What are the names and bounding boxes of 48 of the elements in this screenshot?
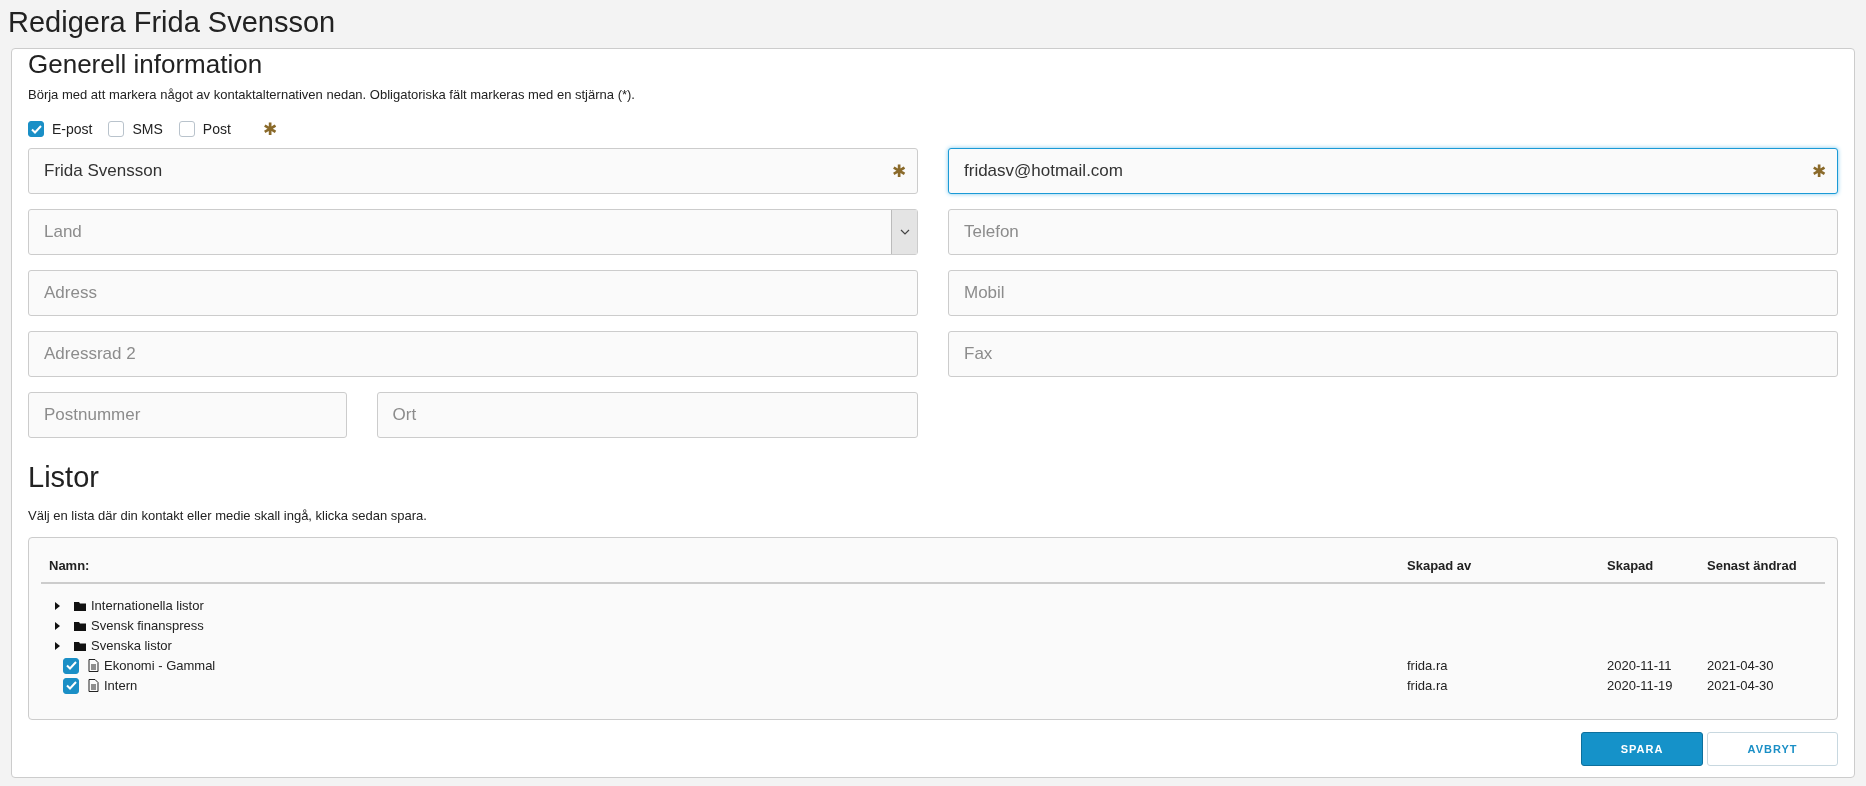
folder-icon (74, 620, 86, 631)
document-icon (88, 679, 99, 692)
column-header: Skapad (1607, 557, 1655, 575)
table-cell-text: 2021-04-30 (1707, 656, 1775, 675)
list-name: Intern (104, 676, 138, 695)
input-field[interactable]: Mobil (948, 270, 1838, 316)
page-title: Redigera Frida Svensson (8, 5, 337, 40)
table-cell-text: 2021-04-30 (1707, 676, 1775, 695)
dropdown-field[interactable]: Land (28, 209, 918, 255)
checkbox[interactable] (108, 121, 125, 138)
section-heading: Listor (28, 460, 100, 495)
checkbox-label: SMS (132, 119, 163, 139)
checkbox[interactable] (63, 657, 79, 674)
list-name: Ekonomi - Gammal (104, 656, 216, 675)
column-header: Skapad av (1407, 557, 1473, 575)
list-name: Svenska listor (91, 636, 172, 655)
folder-icon (74, 640, 86, 651)
column-header: Namn: (49, 557, 91, 575)
table-cell-text: frida.ra (1407, 676, 1449, 695)
intro-text: Börja med att markera något av kontaktalternativen nedan. Obligatoriska fält markeras med en stjärna (*). (28, 86, 636, 104)
required-marker: ✱ (892, 161, 906, 183)
input-field[interactable]: Ort (376, 392, 918, 438)
table-cell-text: frida.ra (1407, 656, 1449, 675)
required-marker: ✱ (262, 118, 277, 141)
required-marker: ✱ (1812, 161, 1826, 183)
save-button[interactable]: SPARA (1581, 732, 1703, 766)
input-field[interactable]: Adressrad 2 (28, 331, 918, 377)
intro-text: Välj en lista där din kontakt eller medie skall ingå, klicka sedan spara. (28, 506, 428, 525)
checkbox[interactable] (28, 121, 44, 138)
input-field[interactable]: Telefon (948, 209, 1838, 255)
checkbox[interactable] (63, 677, 79, 694)
column-header: Senast ändrad (1707, 557, 1798, 575)
checkbox[interactable] (178, 121, 195, 138)
section-heading: Generell information (28, 49, 264, 79)
input-field[interactable]: Adress (28, 270, 918, 316)
document-icon (88, 659, 99, 672)
chevron-down-icon (899, 229, 910, 235)
input-field[interactable]: Fax (948, 331, 1838, 377)
folder-icon (74, 600, 86, 611)
table-cell-text: 2020-11-19 (1607, 676, 1674, 695)
input-field[interactable]: Postnummer (28, 392, 347, 438)
cancel-button[interactable]: AVBRYT (1707, 732, 1838, 766)
dropdown-toggle-button[interactable] (891, 210, 917, 254)
checkbox-label: Post (202, 119, 231, 139)
table-cell-text: 2020-11-11 (1607, 656, 1673, 675)
checkbox-label: E-post (52, 119, 93, 139)
list-name: Internationella listor (91, 596, 204, 615)
list-name: Svensk finanspress (91, 616, 204, 635)
